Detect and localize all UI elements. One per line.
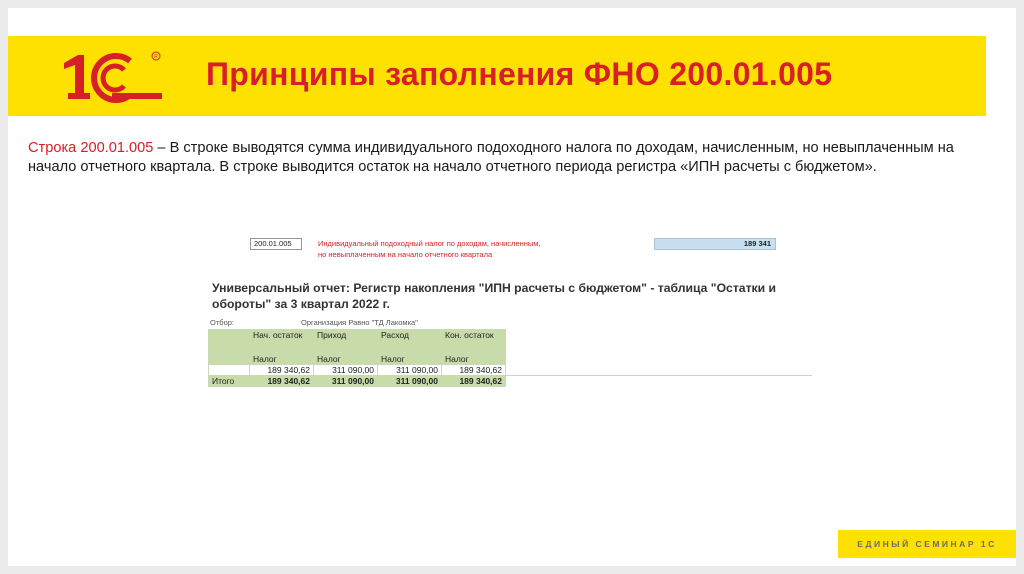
table-header-row: Нач. остаток Приход Расход Кон. остаток	[208, 329, 812, 354]
subheader-cell: Налог	[441, 353, 506, 365]
total-label: Итого	[208, 375, 250, 387]
form-line-code: 200.01.005	[250, 238, 302, 250]
table-cell: 311 090,00	[377, 364, 442, 376]
line-code-lead: Строка 200.01.005	[28, 140, 154, 156]
table-total-row: Итого 189 340,62 311 090,00 311 090,00 1…	[208, 375, 812, 387]
col-header-start-balance: Нач. остаток	[249, 329, 314, 354]
form-line-description: Индивидуальный подоходный налог по доход…	[318, 238, 541, 260]
subheader-cell: Налог	[249, 353, 314, 365]
total-cell: 189 340,62	[249, 375, 314, 387]
report-title-line-1: Универсальный отчет: Регистр накопления …	[212, 281, 777, 295]
slide: R Принципы заполнения ФНО 200.01.005 Стр…	[8, 8, 1016, 566]
footer-badge: ЕДИНЫЙ СЕМИНАР 1С	[838, 530, 1016, 558]
filter-label: Отбор:	[210, 318, 234, 327]
footer-badge-text: ЕДИНЫЙ СЕМИНАР 1С	[857, 539, 997, 549]
col-header-end-balance: Кон. остаток	[441, 329, 506, 354]
page-title: Принципы заполнения ФНО 200.01.005	[206, 56, 833, 92]
form-line-screenshot: 200.01.005 Индивидуальный подоходный нал…	[248, 237, 778, 263]
subheader-cell: Налог	[313, 353, 378, 365]
table-row: 189 340,62 311 090,00 311 090,00 189 340…	[208, 364, 812, 376]
col-header-income: Приход	[313, 329, 378, 354]
universal-report-screenshot: Универсальный отчет: Регистр накопления …	[208, 276, 818, 396]
col-header-expense: Расход	[377, 329, 442, 354]
form-line-value: 189 341	[654, 238, 776, 250]
subheader-cell: Налог	[377, 353, 442, 365]
table-subheader-row: Налог Налог Налог Налог	[208, 353, 812, 365]
header-bar: R Принципы заполнения ФНО 200.01.005	[8, 36, 986, 116]
total-cell: 311 090,00	[377, 375, 442, 387]
report-table: Нач. остаток Приход Расход Кон. остаток …	[208, 329, 812, 387]
report-title: Универсальный отчет: Регистр накопления …	[212, 280, 818, 312]
report-filter: Отбор: Организация Равно "ТД Лакомка"	[210, 318, 418, 327]
total-cell: 311 090,00	[313, 375, 378, 387]
table-cell: 311 090,00	[313, 364, 378, 376]
body-paragraph: Строка 200.01.005 – В строке выводятся с…	[28, 139, 998, 177]
svg-text:R: R	[154, 54, 158, 60]
body-text: – В строке выводятся сумма индивидуально…	[28, 140, 954, 175]
table-cell: 189 340,62	[441, 364, 506, 376]
form-line-desc-2: но невыплаченным на начало отчетного ква…	[318, 250, 493, 259]
table-cell: 189 340,62	[249, 364, 314, 376]
filter-value: Организация Равно "ТД Лакомка"	[301, 318, 418, 327]
total-cell: 189 340,62	[441, 375, 506, 387]
report-title-line-2: обороты" за 3 квартал 2022 г.	[212, 297, 390, 311]
form-line-desc-1: Индивидуальный подоходный налог по доход…	[318, 239, 541, 248]
1c-logo-icon: R	[64, 51, 162, 103]
